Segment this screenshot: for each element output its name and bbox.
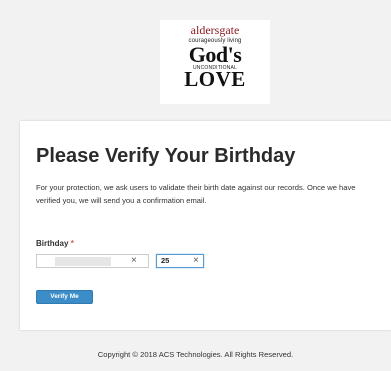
page-title: Please Verify Your Birthday — [36, 145, 296, 167]
logo-gods-text: God's — [188, 42, 242, 67]
description-text: For your protection, we ask users to val… — [36, 183, 356, 205]
birthday-month-input[interactable]: × — [36, 254, 149, 268]
day-value: 25 — [161, 256, 170, 265]
birthday-day-input[interactable]: 25 × — [156, 254, 204, 268]
birthday-label-text: Birthday — [36, 239, 69, 248]
verify-birthday-card: Please Verify Your Birthday For your pro… — [20, 121, 391, 330]
redacted-value — [55, 257, 111, 266]
month-clear-icon[interactable]: × — [131, 254, 137, 268]
required-asterisk: * — [70, 239, 74, 248]
logo-aldersgate-text: aldersgate — [190, 23, 240, 37]
day-clear-icon[interactable]: × — [193, 254, 199, 268]
verify-me-button[interactable]: Verify Me — [36, 290, 93, 304]
birthday-label: Birthday * — [36, 239, 74, 248]
church-logo: aldersgate courageously living God's UNC… — [160, 20, 270, 104]
footer-copyright: Copyright © 2018 ACS Technologies. All R… — [97, 350, 294, 359]
logo-love-text: LOVE — [184, 67, 246, 91]
